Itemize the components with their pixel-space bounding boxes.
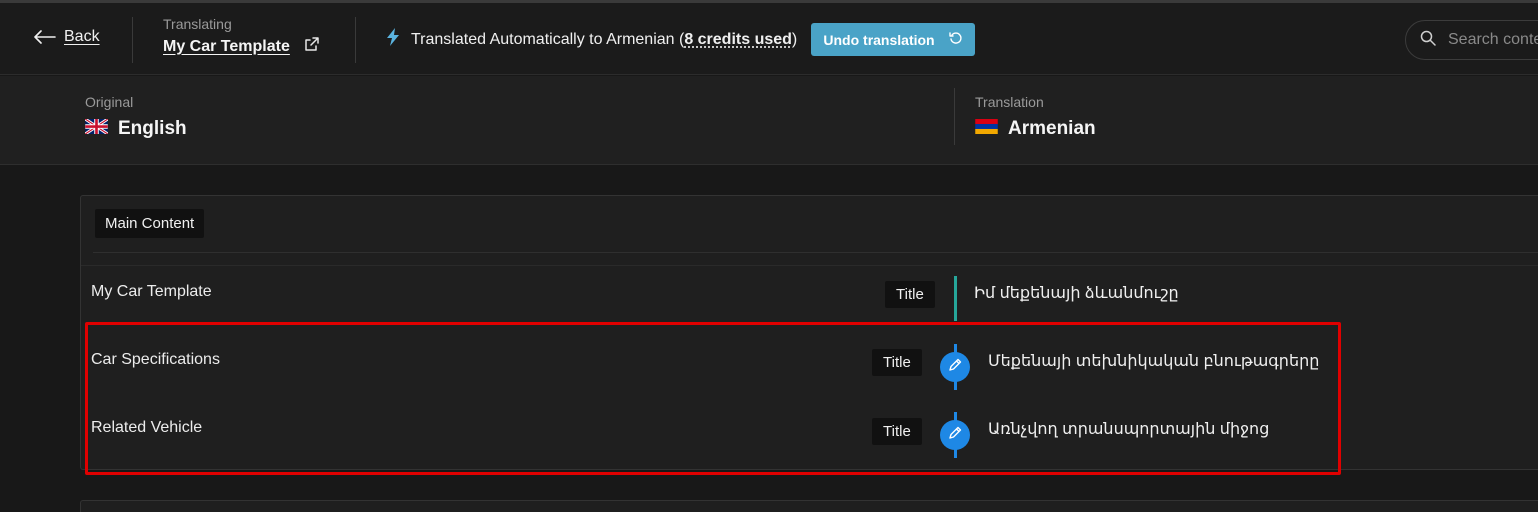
- external-link-icon[interactable]: [304, 36, 320, 57]
- arrow-left-icon: [34, 30, 56, 44]
- header-divider: [355, 17, 356, 63]
- back-button[interactable]: Back: [34, 28, 100, 46]
- row-translation-text[interactable]: Իմ մեքենայի ձևանմուշը: [974, 283, 1179, 303]
- search-box[interactable]: [1405, 20, 1538, 60]
- row-translation-text[interactable]: Մեքենայի տեխնիկական բնութագրերը: [988, 351, 1319, 371]
- lightning-icon: [385, 27, 401, 52]
- status-text: Translated Automatically to Armenian (: [411, 30, 685, 48]
- undo-icon: [948, 31, 963, 48]
- section-label: Main Content: [95, 209, 205, 238]
- language-divider: [954, 88, 955, 145]
- translation-label: Translation: [975, 94, 1044, 110]
- language-bar: Original English Translation Armenian: [0, 76, 1538, 165]
- pencil-icon: [947, 425, 963, 446]
- panel-divider: [81, 265, 1538, 266]
- row-status-bar: [954, 276, 957, 321]
- panel-divider: [93, 252, 1538, 253]
- uk-flag-icon: [84, 117, 109, 139]
- document-info: Translating My Car Template: [163, 16, 320, 57]
- edit-translation-button[interactable]: [940, 352, 970, 382]
- back-label: Back: [64, 28, 100, 45]
- translating-label: Translating: [163, 16, 232, 32]
- search-input[interactable]: [1448, 31, 1538, 49]
- status-close: ): [791, 30, 798, 48]
- credits-used[interactable]: 8 credits used: [684, 31, 792, 49]
- original-language-name: English: [118, 118, 187, 139]
- undo-translation-button[interactable]: Undo translation: [811, 23, 975, 56]
- translation-language: Translation Armenian: [975, 94, 1096, 140]
- search-icon: [1420, 30, 1436, 51]
- header-bar: Back Translating My Car Template Transla…: [0, 3, 1538, 75]
- original-label: Original: [85, 94, 134, 110]
- row-type-badge: Title: [885, 281, 935, 308]
- original-language: Original English: [84, 94, 187, 140]
- next-panel: [80, 500, 1538, 512]
- edit-translation-button[interactable]: [940, 420, 970, 450]
- translation-language-name: Armenian: [1008, 118, 1096, 139]
- row-source-text: My Car Template: [91, 283, 212, 300]
- armenia-flag-icon: [975, 119, 998, 139]
- translation-status: Translated Automatically to Armenian ( 8…: [385, 27, 797, 52]
- document-title-link[interactable]: My Car Template: [163, 38, 290, 56]
- row-type-badge: Title: [872, 418, 922, 445]
- header-divider: [132, 17, 133, 63]
- row-type-badge: Title: [872, 349, 922, 376]
- pencil-icon: [947, 357, 963, 378]
- row-translation-text[interactable]: Առնչվող տրանսպորտային միջոց: [988, 419, 1269, 439]
- undo-label: Undo translation: [823, 31, 935, 48]
- row-source-text: Car Specifications: [91, 351, 220, 368]
- row-source-text: Related Vehicle: [91, 419, 203, 436]
- main-content-panel: Main Content My Car Template Title Իմ մե…: [80, 195, 1538, 470]
